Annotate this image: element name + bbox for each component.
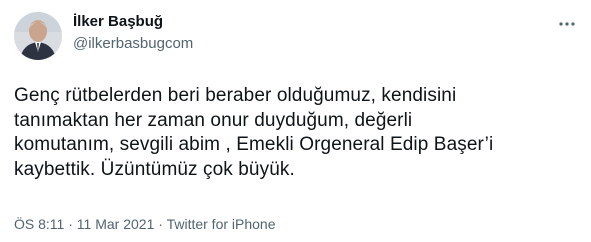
tweet-text-line: kaybettik. Üzüntümüz çok büyük. [14,158,295,180]
avatar-image [14,12,62,60]
tweet-text-line: tanımaktan her zaman onur duyduğum, değe… [14,109,413,131]
author-handle[interactable]: @ilkerbasbugcom [73,35,193,52]
meta-separator: · [158,216,163,232]
tweet-source[interactable]: Twitter for iPhone [167,216,276,232]
tweet-meta: ÖS 8:11 · 11 Mar 2021 · Twitter for iPho… [14,216,276,232]
tweet-date[interactable]: 11 Mar 2021 [77,216,155,232]
meta-separator: · [68,216,73,232]
tweet-card: İlker Başbuğ @ilkerbasbugcom Genç rütbel… [0,0,591,242]
tweet-text-line: Genç rütbelerden beri beraber olduğumuz,… [14,85,457,106]
avatar[interactable] [14,12,62,60]
tweet-time[interactable]: ÖS 8:11 [14,216,64,232]
author-name[interactable]: İlker Başbuğ [73,13,163,30]
more-options-icon[interactable] [557,14,577,34]
tweet-text: Genç rütbelerden beri beraber olduğumuz,… [14,84,574,182]
tweet-text-line: komutanım, sevgili abim , Emekli Orgener… [14,134,494,155]
